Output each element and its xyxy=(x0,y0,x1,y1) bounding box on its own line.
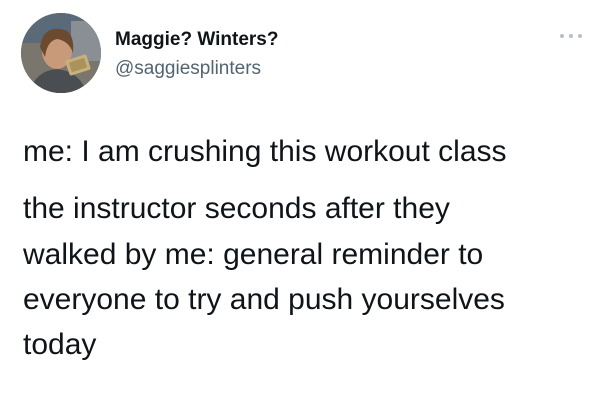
tweet-text-line: me: I am crushing this workout class xyxy=(23,135,507,168)
more-dot xyxy=(560,34,564,38)
author-display-name[interactable]: Maggie? Winters? xyxy=(115,29,278,51)
tweet-card: Maggie? Winters? @saggiesplinters me: I … xyxy=(0,0,600,414)
author-handle[interactable]: @saggiesplinters xyxy=(115,58,261,80)
author-avatar[interactable] xyxy=(21,13,101,93)
more-dot xyxy=(569,34,573,38)
tweet-text-line: the instructor seconds after they xyxy=(23,192,450,225)
profile-photo-icon xyxy=(21,13,101,93)
tweet-text-line: walked by me: general reminder to xyxy=(23,238,484,271)
more-dot xyxy=(578,34,582,38)
more-options-icon[interactable] xyxy=(560,30,582,42)
tweet-text-line: everyone to try and push yourselves xyxy=(23,283,505,316)
tweet-text-line: today xyxy=(23,328,97,361)
